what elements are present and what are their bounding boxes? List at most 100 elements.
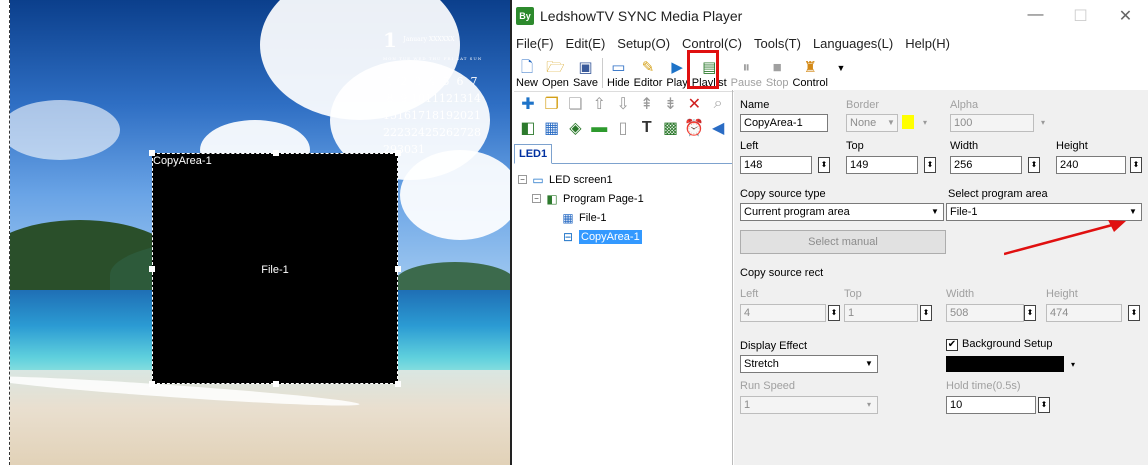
menu-file[interactable]: File(F) <box>516 36 554 51</box>
speaker-icon[interactable]: ◀ <box>706 118 730 138</box>
stop-button[interactable]: ■ Stop <box>766 60 789 91</box>
height-label: Height <box>1056 140 1088 152</box>
resize-handle-bm[interactable] <box>273 381 279 387</box>
collapse-icon[interactable]: − <box>518 175 527 184</box>
animation-icon[interactable]: ◈ <box>564 118 588 138</box>
display-effect-select[interactable]: Stretch <box>740 355 878 373</box>
menu-edit[interactable]: Edit(E) <box>566 36 606 51</box>
resize-handle-tr[interactable] <box>395 150 401 156</box>
height-field[interactable]: 240 <box>1056 156 1126 174</box>
move-bottom-icon[interactable]: ⇟ <box>659 94 683 114</box>
rect-width-spinner[interactable]: ⬍ <box>1024 305 1036 321</box>
resize-handle-tm[interactable] <box>273 150 279 156</box>
new-button[interactable]: 🗋 New <box>516 60 538 91</box>
resize-handle-ml[interactable] <box>149 266 155 272</box>
hide-button[interactable]: ▭ Hide <box>607 60 630 91</box>
rect-width-label: Width <box>946 288 975 300</box>
calendar-day: 31 <box>411 143 425 156</box>
top-field[interactable]: 149 <box>846 156 918 174</box>
menu-help[interactable]: Help(H) <box>905 36 950 51</box>
editor-button[interactable]: ✎ Editor <box>634 60 663 91</box>
left-field[interactable]: 148 <box>740 156 812 174</box>
open-button[interactable]: 🗁 Open <box>542 60 569 91</box>
tree-node-copyarea[interactable]: ⊟ CopyArea-1 <box>518 227 732 246</box>
clock-icon[interactable]: ⏰ <box>682 118 706 138</box>
resize-handle-br[interactable] <box>395 381 401 387</box>
tree-node-program-page[interactable]: − ◧ Program Page-1 <box>518 189 732 208</box>
menu-languages[interactable]: Languages(L) <box>813 36 893 51</box>
tree-node-file[interactable]: ▦ File-1 <box>518 208 732 227</box>
maximize-button[interactable]: ☐ <box>1058 6 1103 26</box>
name-field[interactable]: CopyArea-1 <box>740 114 828 132</box>
menu-control[interactable]: Control(C) <box>682 36 742 51</box>
play-button[interactable]: ▶ Play <box>666 60 687 91</box>
left-spinner[interactable]: ⬍ <box>818 157 830 173</box>
rect-left-field[interactable]: 4 <box>740 304 826 322</box>
resize-handle-tl[interactable] <box>149 150 155 156</box>
minimize-button[interactable]: — <box>1013 6 1058 26</box>
tab-led1[interactable]: LED1 <box>514 144 553 164</box>
video-icon[interactable]: ▬ <box>587 119 611 137</box>
calendar-widget: 1 January XXXXXX MON TUE WED THU FRI SAT… <box>383 28 493 193</box>
rect-width-field[interactable]: 508 <box>946 304 1024 322</box>
select-program-area-select[interactable]: File-1 <box>946 203 1142 221</box>
width-spinner[interactable]: ⬍ <box>1028 157 1040 173</box>
move-up-icon[interactable]: ⇧ <box>587 94 611 114</box>
calendar-day: 7 <box>470 75 478 88</box>
copy-icon[interactable]: ❐ <box>540 94 564 114</box>
control-button[interactable]: ♜ Control <box>792 60 827 91</box>
rect-height-field[interactable]: 474 <box>1046 304 1122 322</box>
rect-height-spinner[interactable]: ⬍ <box>1128 305 1140 321</box>
width-field[interactable]: 256 <box>950 156 1022 174</box>
time-icon[interactable]: ▩ <box>659 118 683 138</box>
top-spinner[interactable]: ⬍ <box>924 157 936 173</box>
collapse-icon[interactable]: − <box>532 194 541 203</box>
move-top-icon[interactable]: ⇞ <box>635 94 659 114</box>
file-icon: ▦ <box>562 210 574 225</box>
resize-handle-bl[interactable] <box>149 381 155 387</box>
height-spinner[interactable]: ⬍ <box>1130 157 1142 173</box>
background-color-swatch[interactable] <box>946 356 1064 372</box>
program-icon[interactable]: ◧ <box>516 118 540 138</box>
chevron-down-icon[interactable]: ▾ <box>862 397 876 413</box>
border-color-swatch[interactable] <box>902 115 914 129</box>
select-program-area-label: Select program area <box>948 188 1048 200</box>
hold-time-field[interactable]: 10 <box>946 396 1036 414</box>
paste-icon[interactable]: ❏ <box>564 94 588 114</box>
copyarea-box[interactable]: CopyArea-1 File-1 <box>149 150 401 387</box>
close-button[interactable]: ✕ <box>1103 6 1148 26</box>
pause-button[interactable]: ⏸ Pause <box>731 60 762 91</box>
rect-top-spinner[interactable]: ⬍ <box>920 305 932 321</box>
left-label: Left <box>740 140 759 152</box>
save-button[interactable]: ▣ Save <box>573 60 598 91</box>
chevron-down-icon[interactable]: ▼ <box>928 204 942 220</box>
chevron-down-icon[interactable]: ▼ <box>1126 204 1140 220</box>
delete-icon[interactable]: ✕ <box>682 94 706 114</box>
rect-left-spinner[interactable]: ⬍ <box>828 305 840 321</box>
picture-icon[interactable]: ▦ <box>540 118 564 138</box>
menu-setup[interactable]: Setup(O) <box>617 36 670 51</box>
calendar-day: 17 <box>411 109 425 122</box>
rect-top-field[interactable]: 1 <box>844 304 918 322</box>
chevron-down-icon[interactable]: ▼ <box>862 356 876 372</box>
chevron-down-icon[interactable]: ▾ <box>1036 115 1050 131</box>
text-icon[interactable]: T <box>635 119 659 137</box>
led-preview-canvas[interactable]: 1 January XXXXXX MON TUE WED THU FRI SAT… <box>0 0 512 465</box>
calendar-day: 11 <box>425 92 439 105</box>
run-speed-select[interactable]: 1 <box>740 396 878 414</box>
tree-node-led-screen[interactable]: − ▭ LED screen1 <box>518 170 732 189</box>
hold-time-spinner[interactable]: ⬍ <box>1038 397 1050 413</box>
move-down-icon[interactable]: ⇩ <box>611 94 635 114</box>
background-setup-checkbox[interactable]: ✔ <box>946 339 958 351</box>
chevron-down-icon[interactable]: ▾ <box>918 115 932 131</box>
select-manual-button[interactable]: Select manual <box>740 230 946 254</box>
chevron-down-icon[interactable]: ▾ <box>1066 357 1080 373</box>
document-icon[interactable]: ▯ <box>611 118 635 138</box>
toolbar-more-dropdown[interactable]: ▼ <box>832 60 850 86</box>
copy-source-type-select[interactable]: Current program area <box>740 203 944 221</box>
search-icon[interactable]: ⌕ <box>706 95 730 113</box>
menu-tools[interactable]: Tools(T) <box>754 36 801 51</box>
alpha-field[interactable]: 100 <box>950 114 1034 132</box>
resize-handle-mr[interactable] <box>395 266 401 272</box>
add-icon[interactable]: ✚ <box>516 94 540 114</box>
